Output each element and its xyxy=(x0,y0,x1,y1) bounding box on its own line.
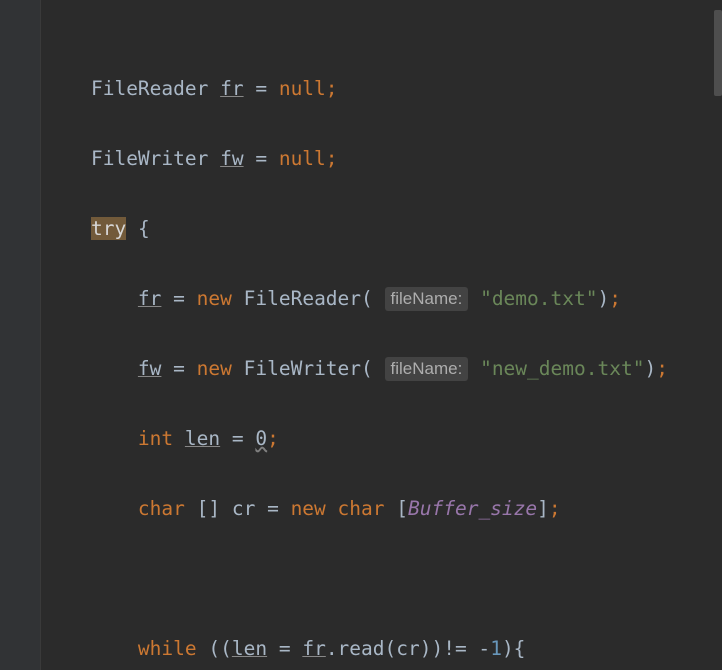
semicolon: ; xyxy=(326,77,338,100)
keyword-null: null xyxy=(279,147,326,170)
paren: ( xyxy=(361,357,384,380)
type-name: FileReader xyxy=(91,77,220,100)
text: = xyxy=(220,427,255,450)
constructor: FileReader xyxy=(244,287,361,310)
code-line: FileWriter fw = null; xyxy=(44,141,722,176)
text: [] cr = xyxy=(185,497,291,520)
paren: ) xyxy=(597,287,609,310)
keyword-new: new xyxy=(197,287,232,310)
number-literal: 1 xyxy=(490,637,502,660)
keyword-while: while xyxy=(138,637,197,660)
string-literal: "new_demo.txt" xyxy=(480,357,644,380)
semicolon: ; xyxy=(656,357,668,380)
semicolon: ; xyxy=(549,497,561,520)
semicolon: ; xyxy=(609,287,621,310)
variable: fr xyxy=(138,287,161,310)
space xyxy=(326,497,338,520)
variable: fw xyxy=(220,147,243,170)
inlay-hint: fileName: xyxy=(385,287,469,311)
code-line: char [] cr = new char [Buffer_size]; xyxy=(44,491,722,526)
semicolon: ; xyxy=(326,147,338,170)
string-literal: "demo.txt" xyxy=(480,287,597,310)
bracket: ] xyxy=(537,497,549,520)
code-line: fw = new FileWriter( fileName: "new_demo… xyxy=(44,351,722,386)
code-editor[interactable]: FileReader fr = null; FileWriter fw = nu… xyxy=(0,0,722,670)
variable: fr xyxy=(220,77,243,100)
keyword-try: try xyxy=(91,217,126,240)
space xyxy=(468,287,480,310)
variable: fw xyxy=(138,357,161,380)
number-literal: 0 xyxy=(255,427,267,450)
text: = xyxy=(161,287,196,310)
bracket: [ xyxy=(385,497,408,520)
variable: len xyxy=(232,637,267,660)
keyword-char: char xyxy=(338,497,385,520)
call: .read(cr))!= - xyxy=(326,637,490,660)
paren: ) xyxy=(644,357,656,380)
code-line-blank xyxy=(44,561,722,596)
code-line: try { xyxy=(44,211,722,246)
variable: len xyxy=(185,427,220,450)
text: = xyxy=(244,147,279,170)
text: = xyxy=(161,357,196,380)
variable: fr xyxy=(302,637,325,660)
type-name: FileWriter xyxy=(91,147,220,170)
text: = xyxy=(244,77,279,100)
code-line: FileReader fr = null; xyxy=(44,71,722,106)
text: = xyxy=(267,637,302,660)
keyword-new: new xyxy=(291,497,326,520)
inlay-hint: fileName: xyxy=(385,357,469,381)
paren: ( xyxy=(361,287,384,310)
keyword-int: int xyxy=(138,427,173,450)
space xyxy=(232,357,244,380)
code-line: int len = 0; xyxy=(44,421,722,456)
space xyxy=(173,427,185,450)
space xyxy=(232,287,244,310)
code-line: while ((len = fr.read(cr))!= -1){ xyxy=(44,631,722,666)
keyword-char: char xyxy=(138,497,185,520)
static-field: Buffer_size xyxy=(408,497,537,520)
keyword-null: null xyxy=(279,77,326,100)
keyword-new: new xyxy=(197,357,232,380)
paren: (( xyxy=(197,637,232,660)
space xyxy=(468,357,480,380)
brace: { xyxy=(126,217,149,240)
brace: ){ xyxy=(502,637,525,660)
code-block: FileReader fr = null; FileWriter fw = nu… xyxy=(0,36,722,670)
semicolon: ; xyxy=(267,427,279,450)
code-line: fr = new FileReader( fileName: "demo.txt… xyxy=(44,281,722,316)
constructor: FileWriter xyxy=(244,357,361,380)
